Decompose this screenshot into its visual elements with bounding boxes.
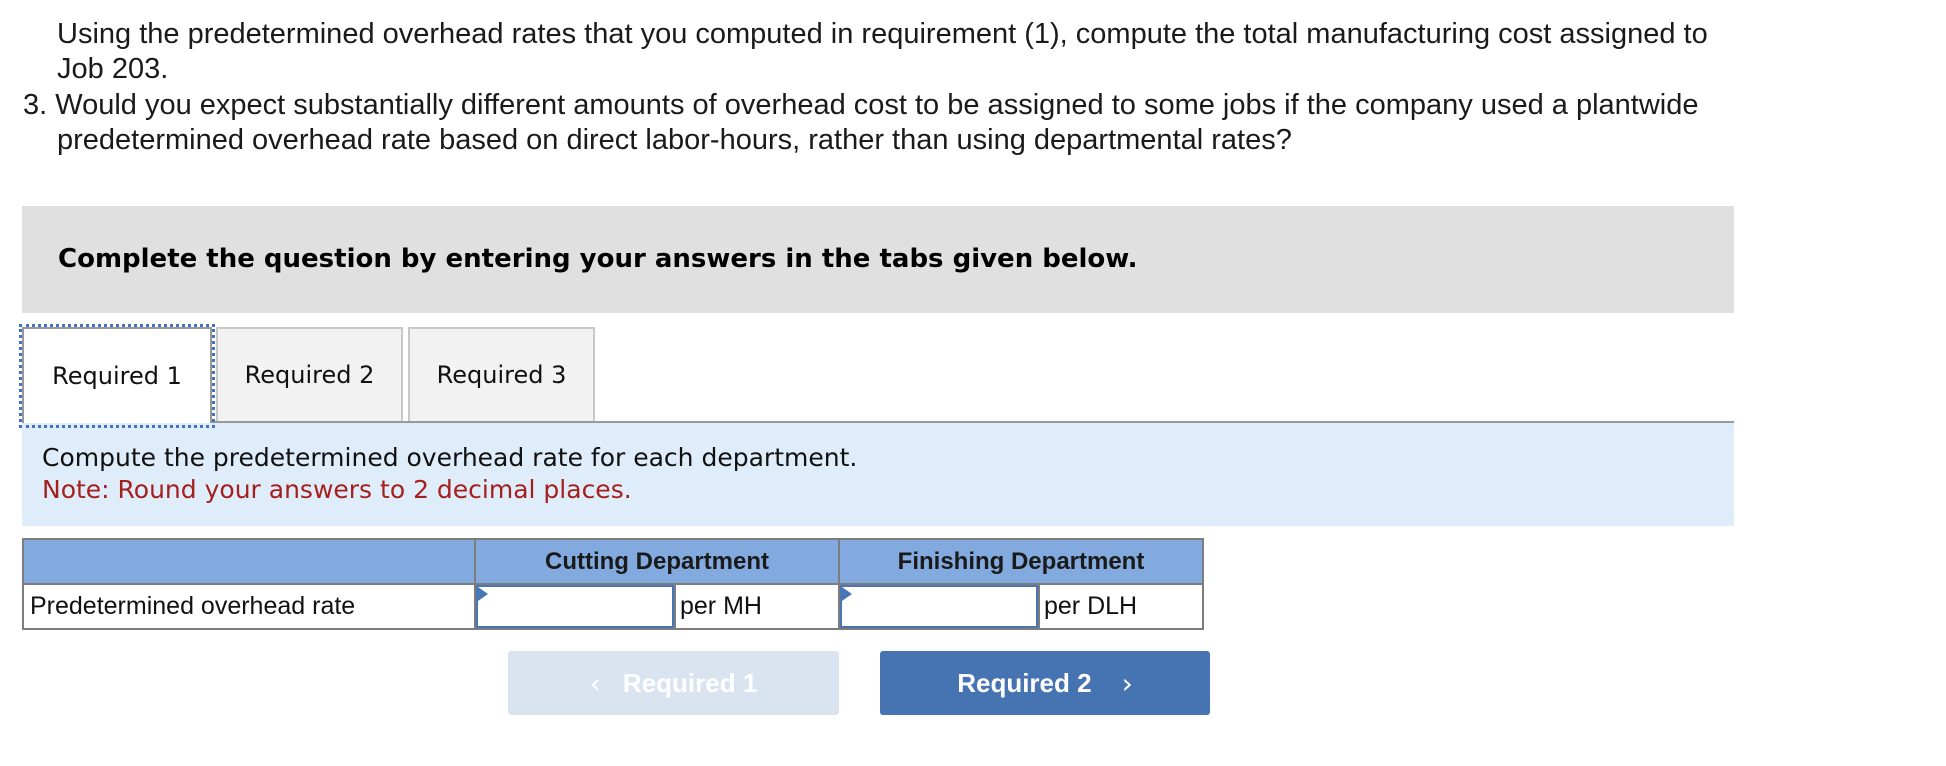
instruction-text: Complete the question by entering your a… <box>58 244 1138 274</box>
question-line: predetermined overhead rate based on dir… <box>57 124 1292 156</box>
prev-requirement-button[interactable]: ‹ Required 1 <box>508 651 839 715</box>
finishing-rate-cell <box>838 583 1040 630</box>
instruction-banner: Complete the question by entering your a… <box>22 206 1734 313</box>
tab-required-3[interactable]: Required 3 <box>408 327 595 421</box>
cutting-rate-cell <box>474 583 676 630</box>
table-row: Predetermined overhead rate per MH per D… <box>22 583 1204 630</box>
question-line: 3. Would you expect substantially differ… <box>23 89 1699 121</box>
tab-label: Required 1 <box>52 362 182 390</box>
cutting-unit: per MH <box>674 583 840 630</box>
task-prompt: Compute the predetermined overhead rate … <box>42 443 858 472</box>
answer-table: Cutting Department Finishing Department … <box>22 538 1204 630</box>
tab-required-2[interactable]: Required 2 <box>216 327 403 421</box>
row-label: Predetermined overhead rate <box>22 583 476 630</box>
tab-required-1[interactable]: Required 1 <box>19 324 215 428</box>
tab-label: Required 2 <box>244 361 375 389</box>
cutting-rate-input[interactable] <box>476 585 674 628</box>
question-line: Using the predetermined overhead rates t… <box>57 18 1708 50</box>
requirement-tabs: Required 1 Required 2 Required 3 <box>19 324 1734 428</box>
header-blank <box>22 538 476 585</box>
task-panel: Compute the predetermined overhead rate … <box>22 423 1734 526</box>
question-line: Job 203. <box>57 53 169 85</box>
chevron-left-icon: ‹ <box>589 666 601 700</box>
next-button-label: Required 2 <box>957 667 1092 698</box>
finishing-unit: per DLH <box>1038 583 1204 630</box>
tab-label: Required 3 <box>436 361 567 389</box>
header-cutting-department: Cutting Department <box>474 538 840 585</box>
header-finishing-department: Finishing Department <box>838 538 1204 585</box>
task-note: Note: Round your answers to 2 decimal pl… <box>42 475 632 504</box>
finishing-rate-input[interactable] <box>840 585 1038 628</box>
next-requirement-button[interactable]: Required 2 › <box>880 651 1210 715</box>
table-header-row: Cutting Department Finishing Department <box>22 538 1204 585</box>
chevron-right-icon: › <box>1121 666 1133 700</box>
prev-button-label: Required 1 <box>622 667 758 698</box>
